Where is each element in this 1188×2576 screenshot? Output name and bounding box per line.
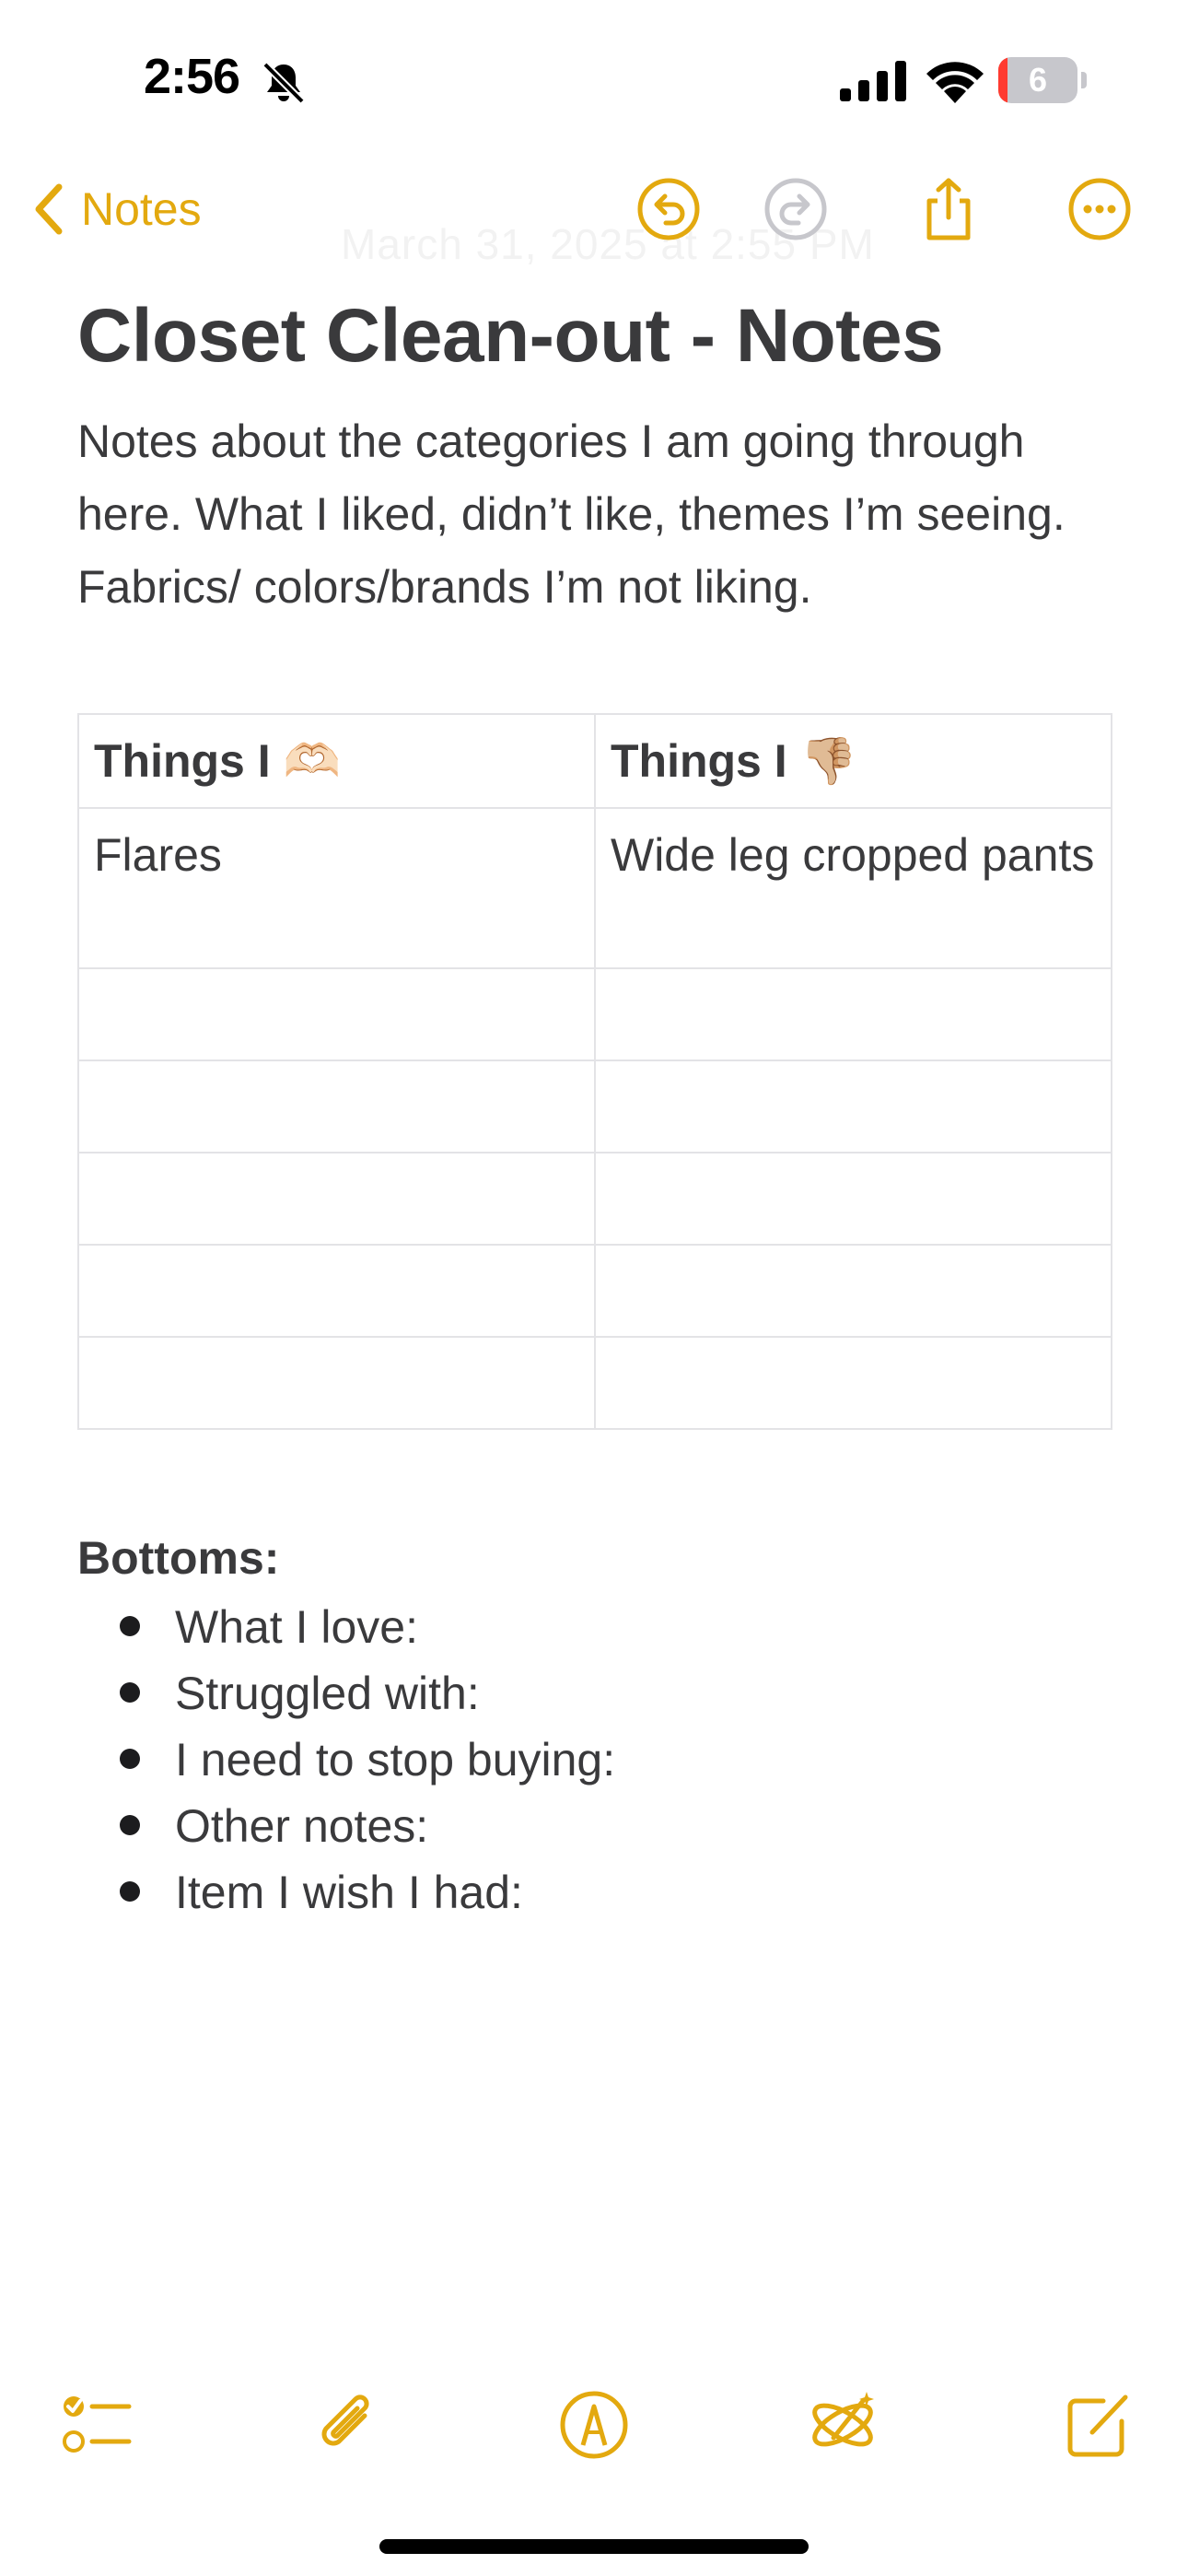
table-row [77,967,1112,1061]
share-icon[interactable] [916,177,981,241]
back-label: Notes [81,183,202,235]
bullet-dot [120,1616,140,1636]
table-cell[interactable] [594,1060,1112,1153]
list-item-text: Item I wish I had: [175,1867,523,1918]
list-item[interactable]: Struggled with: [77,1660,615,1727]
table-row [77,1152,1112,1246]
chevron-left-icon [35,183,63,235]
table-cell[interactable] [77,967,596,1061]
list-item[interactable]: Other notes: [77,1793,615,1859]
table-header-cell[interactable]: Things I 👎🏼 [594,713,1112,809]
table-cell[interactable] [77,1152,596,1246]
markup-pen-icon[interactable] [557,2388,631,2462]
checklist-icon[interactable] [59,2388,133,2462]
bullet-dot [120,1815,140,1835]
wifi-icon [926,62,984,103]
list-item-text: Struggled with: [175,1668,480,1719]
list-item-text: Other notes: [175,1800,429,1852]
list-item-text: I need to stop buying: [175,1734,616,1786]
home-indicator[interactable] [379,2539,809,2554]
table-cell[interactable]: Wide leg cropped pants [594,807,1112,969]
table-cell[interactable] [594,1244,1112,1338]
list-item[interactable]: What I love: [77,1594,615,1660]
list-item[interactable]: Item I wish I had: [77,1859,615,1926]
table-cell[interactable] [77,1060,596,1153]
paperclip-icon[interactable] [311,2388,385,2462]
list-item-text: What I love: [175,1601,418,1653]
table-row [77,1244,1112,1338]
table-header-row: Things I 🫶🏻 Things I 👎🏼 [77,713,1112,809]
table-row [77,1336,1112,1430]
bullet-dot [120,1682,140,1703]
table-header-cell[interactable]: Things I 🫶🏻 [77,713,596,809]
more-icon[interactable] [1067,177,1132,241]
battery-level: 6 [1028,61,1048,99]
section-heading[interactable]: Bottoms: [77,1531,279,1585]
table-row [77,1060,1112,1153]
table-row: Flares Wide leg cropped pants [77,807,1112,969]
bullet-dot [120,1749,140,1769]
compose-icon[interactable] [1061,2388,1135,2462]
table-cell[interactable] [594,967,1112,1061]
redo-icon[interactable] [763,177,828,241]
list-item[interactable]: I need to stop buying: [77,1727,615,1793]
status-time: 2:56 [144,49,240,104]
bullet-dot [120,1881,140,1902]
note-intro[interactable]: Notes about the categories I am going th… [77,405,1118,624]
cellular-signal-icon [840,61,906,101]
undo-icon[interactable] [636,177,701,241]
back-button[interactable]: Notes [31,177,202,241]
table-cell[interactable] [594,1336,1112,1430]
bullet-list: What I love: Struggled with: I need to s… [77,1594,615,1926]
table-cell[interactable] [77,1336,596,1430]
table-cell[interactable]: Flares [77,807,596,969]
table-cell[interactable] [77,1244,596,1338]
writing-tools-icon[interactable] [806,2388,879,2462]
notes-table[interactable]: Things I 🫶🏻 Things I 👎🏼 Flares Wide leg … [77,713,1112,1430]
battery-indicator: 6 [998,57,1087,103]
note-title[interactable]: Closet Clean-out - Notes [77,293,944,380]
table-cell[interactable] [594,1152,1112,1246]
silent-bell-icon [262,62,305,104]
